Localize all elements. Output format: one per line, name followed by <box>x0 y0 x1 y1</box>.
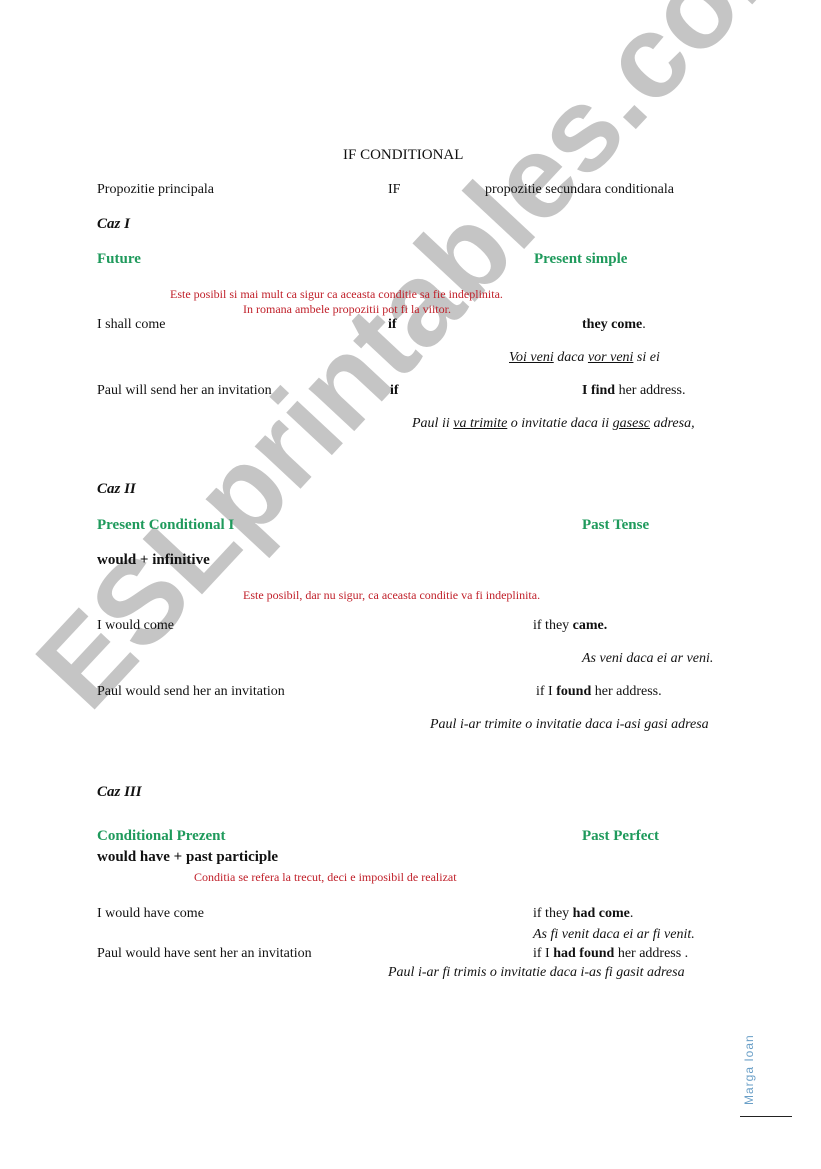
case3-ex1-translation: As fi venit daca ei ar fi venit. <box>533 927 695 942</box>
tr-part: gasesc <box>612 416 650 431</box>
cond-bold: had come <box>572 906 630 921</box>
cond-rest: her address. <box>591 684 662 699</box>
author-divider <box>740 1116 792 1117</box>
tr-part: adresa, <box>649 416 695 431</box>
case2-right-tense: Past Tense <box>582 517 650 533</box>
case2-ex2-translation: Paul i-ar trimite o invitatie daca i-asi… <box>430 717 709 732</box>
cond-rest: . <box>642 317 646 332</box>
cond-rest: her address . <box>614 946 689 961</box>
case1-note2: In romana ambele propozitii pot fi la vi… <box>243 302 451 316</box>
tr-part: Voi veni <box>509 350 554 365</box>
cond-pre: if they <box>533 906 573 921</box>
cond-bold: came. <box>572 618 608 633</box>
cond-rest: her address. <box>615 383 686 398</box>
cond-bold: found <box>556 684 592 699</box>
cond-bold: I find <box>582 383 616 398</box>
case2-ex1-translation: As veni daca ei ar veni. <box>582 651 714 666</box>
case1-left-tense: Future <box>97 251 141 267</box>
case2-ex2-cond: if I found her address. <box>536 685 662 699</box>
case2-ex2-main: Paul would send her an invitation <box>97 684 285 699</box>
cond-bold: they come <box>582 317 643 332</box>
author-name: Marga Ioan <box>742 1034 756 1105</box>
tr-part: daca <box>553 350 588 365</box>
cond-rest: . <box>629 906 634 921</box>
header-if: IF <box>388 182 401 197</box>
case2-note: Este posibil, dar nu sigur, ca aceasta c… <box>243 588 541 602</box>
case3-ex1-cond: if they had come. <box>533 907 633 921</box>
case2-label: Caz II <box>97 481 136 497</box>
case1-ex1-cond: they come. <box>582 318 646 332</box>
tr-part: si ei <box>633 350 660 365</box>
case3-label: Caz III <box>97 784 142 800</box>
case1-ex1-translation: Voi veni daca vor veni si ei <box>509 351 660 365</box>
cond-pre: if I <box>533 946 554 961</box>
case3-ex2-main: Paul would have sent her an invitation <box>97 946 312 961</box>
case3-left-tense: Conditional Prezent <box>97 828 226 844</box>
tr-part: Paul ii <box>412 416 454 431</box>
case1-ex2-cond: I find her address. <box>582 384 685 398</box>
header-sub-clause: propozitie secundara conditionala <box>485 182 674 197</box>
case1-ex2-translation: Paul ii va trimite o invitatie daca ii g… <box>412 417 695 431</box>
case3-ex2-translation: Paul i-ar fi trimis o invitatie daca i-a… <box>388 965 685 980</box>
case1-label: Caz I <box>97 216 130 232</box>
case3-right-tense: Past Perfect <box>582 828 660 844</box>
case2-ex1-main: I would come <box>97 618 174 633</box>
page-title: IF CONDITIONAL <box>343 147 464 163</box>
case3-note: Conditia se refera la trecut, deci e imp… <box>194 870 457 884</box>
case3-ex2-cond: if I had found her address . <box>533 947 688 961</box>
case3-ex1-main: I would have come <box>97 906 204 921</box>
cond-pre: if I <box>536 684 557 699</box>
tr-part: o invitatie daca ii <box>507 416 613 431</box>
case1-ex2-main: Paul will send her an invitation <box>97 383 272 398</box>
cond-bold: had found <box>553 946 615 961</box>
header-main-clause: Propozitie principala <box>97 182 215 197</box>
tr-part: vor veni <box>587 350 634 365</box>
case1-ex1-if: if <box>388 317 397 332</box>
case3-formula: would have + past participle <box>97 849 279 865</box>
cond-pre: if they <box>533 618 573 633</box>
case2-ex1-cond: if they came. <box>533 619 607 633</box>
tr-part: va trimite <box>453 416 508 431</box>
case1-right-tense: Present simple <box>534 251 628 267</box>
case2-formula: would + infinitive <box>97 552 210 568</box>
case1-ex1-main: I shall come <box>97 317 166 332</box>
case1-ex2-if: if <box>390 383 399 398</box>
case2-left-tense: Present Conditional I <box>97 517 235 533</box>
case1-note1: Este posibil si mai mult ca sigur ca ace… <box>170 287 503 301</box>
